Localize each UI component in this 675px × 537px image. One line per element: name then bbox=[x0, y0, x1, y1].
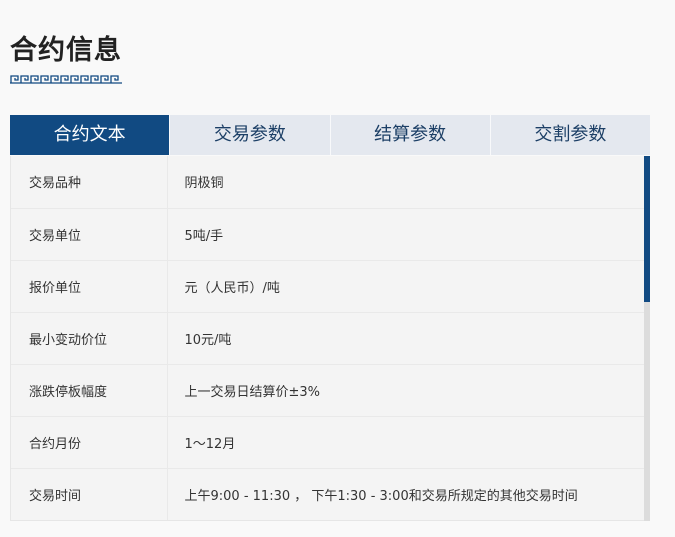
table-row: 合约月份 1～12月 bbox=[11, 416, 645, 468]
row-label: 交易品种 bbox=[11, 156, 168, 208]
table-scrollbar[interactable] bbox=[644, 156, 650, 521]
tab-delivery-parameters[interactable]: 交割参数 bbox=[490, 115, 650, 155]
scrollbar-thumb[interactable] bbox=[644, 156, 650, 302]
contract-spec-table: 交易品种 阴极铜 交易单位 5吨/手 报价单位 元（人民币）/吨 最小变动价位 … bbox=[11, 156, 645, 520]
row-label: 报价单位 bbox=[11, 260, 168, 312]
table-row: 涨跌停板幅度 上一交易日结算价±3% bbox=[11, 364, 645, 416]
row-label: 交易时间 bbox=[11, 468, 168, 520]
table-row: 交易品种 阴极铜 bbox=[11, 156, 645, 208]
table-row: 最小变动价位 10元/吨 bbox=[11, 312, 645, 364]
row-label: 最小变动价位 bbox=[11, 312, 168, 364]
row-value: 1～12月 bbox=[184, 436, 236, 452]
row-value: 上午9:00 - 11:30 ， 下午1:30 - 3:00和交易所规定的其他交… bbox=[184, 488, 578, 504]
row-label: 涨跌停板幅度 bbox=[11, 364, 168, 416]
page-title: 合约信息 bbox=[10, 35, 122, 66]
tab-settlement-parameters[interactable]: 结算参数 bbox=[330, 115, 491, 155]
contract-tabs: 合约文本 交易参数 结算参数 交割参数 bbox=[10, 115, 650, 155]
row-value: 5吨/手 bbox=[184, 228, 224, 244]
title-decoration bbox=[10, 75, 122, 84]
row-label: 交易单位 bbox=[11, 208, 168, 260]
table-row: 交易单位 5吨/手 bbox=[11, 208, 645, 260]
table-row: 交易时间 上午9:00 - 11:30 ， 下午1:30 - 3:00和交易所规… bbox=[11, 468, 645, 520]
row-value: 阴极铜 bbox=[184, 176, 224, 192]
row-value: 元（人民币）/吨 bbox=[184, 280, 280, 296]
row-value: 10元/吨 bbox=[184, 332, 232, 348]
contract-info-page: 合约信息 合约文本 交易参数 结算参数 交割参数 交易品种 阴极铜 交易单位 5… bbox=[0, 0, 675, 537]
contract-table-panel: 交易品种 阴极铜 交易单位 5吨/手 报价单位 元（人民币）/吨 最小变动价位 … bbox=[10, 156, 650, 521]
tab-contract-text[interactable]: 合约文本 bbox=[10, 115, 171, 155]
row-label: 合约月份 bbox=[11, 416, 168, 468]
tab-trading-parameters[interactable]: 交易参数 bbox=[170, 115, 331, 155]
table-row: 报价单位 元（人民币）/吨 bbox=[11, 260, 645, 312]
row-value: 上一交易日结算价±3% bbox=[184, 384, 321, 400]
